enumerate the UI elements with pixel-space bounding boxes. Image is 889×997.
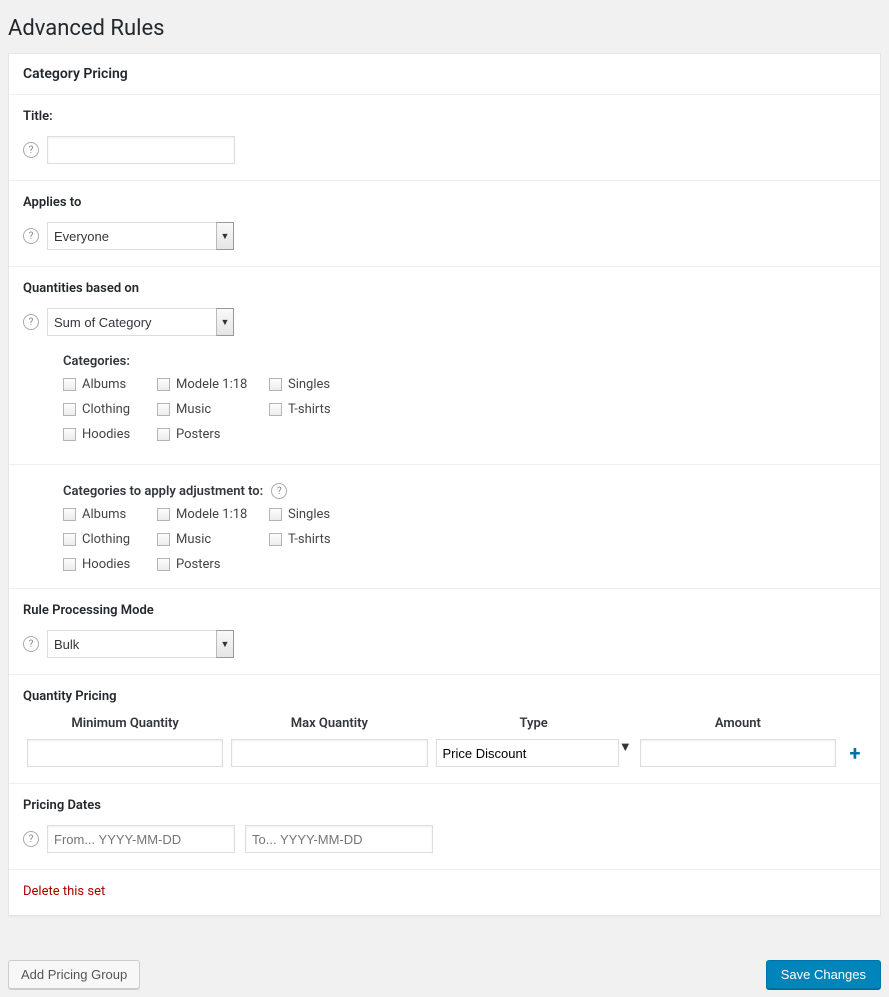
checkbox-icon[interactable]	[63, 378, 76, 391]
help-icon[interactable]: ?	[23, 636, 39, 652]
chevron-down-icon[interactable]: ▼	[216, 222, 234, 250]
checkbox-icon[interactable]	[157, 508, 170, 521]
category-checkbox-albums[interactable]: Albums	[63, 507, 155, 522]
section-processing-mode: Rule Processing Mode ? Bulk ▼	[9, 589, 880, 675]
date-from-input[interactable]	[47, 825, 235, 853]
checkbox-label: Music	[176, 402, 211, 417]
category-pricing-panel: Category Pricing Title: ? Applies to ? E…	[8, 53, 881, 916]
help-icon[interactable]: ?	[23, 314, 39, 330]
col-amount: Amount	[640, 716, 866, 731]
category-checkbox-singles[interactable]: Singles	[269, 377, 361, 392]
category-checkbox-t-shirts[interactable]: T-shirts	[269, 402, 361, 417]
checkbox-label: Posters	[176, 557, 221, 572]
help-icon[interactable]: ?	[23, 142, 39, 158]
checkbox-label: Albums	[82, 377, 126, 392]
help-icon[interactable]: ?	[271, 483, 287, 499]
checkbox-label: Modele 1:18	[176, 507, 247, 522]
section-title: Title: ?	[9, 95, 880, 181]
section-delete: Delete this set	[9, 870, 880, 915]
apply-to-block: Categories to apply adjustment to: ? Alb…	[9, 464, 880, 572]
checkbox-label: Albums	[82, 507, 126, 522]
save-changes-button[interactable]: Save Changes	[766, 960, 881, 989]
max-qty-input[interactable]	[231, 739, 427, 767]
min-qty-input[interactable]	[27, 739, 223, 767]
section-applies-to: Applies to ? Everyone ▼	[9, 181, 880, 267]
checkbox-label: Hoodies	[82, 427, 130, 442]
category-checkbox-hoodies[interactable]: Hoodies	[63, 427, 155, 442]
category-checkbox-posters[interactable]: Posters	[157, 557, 267, 572]
processing-select[interactable]: Bulk	[47, 630, 217, 658]
chevron-down-icon[interactable]: ▼	[619, 739, 632, 767]
title-label: Title:	[23, 109, 866, 124]
checkbox-icon[interactable]	[269, 403, 282, 416]
pricing-label: Quantity Pricing	[23, 689, 866, 704]
checkbox-label: Singles	[288, 377, 330, 392]
checkbox-label: Clothing	[82, 402, 130, 417]
checkbox-label: Modele 1:18	[176, 377, 247, 392]
checkbox-icon[interactable]	[157, 558, 170, 571]
checkbox-label: Hoodies	[82, 557, 130, 572]
add-pricing-group-button[interactable]: Add Pricing Group	[8, 960, 140, 989]
checkbox-label: Posters	[176, 427, 221, 442]
chevron-down-icon[interactable]: ▼	[216, 308, 234, 336]
categories-label: Categories:	[63, 354, 866, 369]
category-checkbox-modele-1-18[interactable]: Modele 1:18	[157, 377, 267, 392]
title-input[interactable]	[47, 136, 235, 164]
dates-label: Pricing Dates	[23, 798, 866, 813]
category-checkbox-music[interactable]: Music	[157, 402, 267, 417]
checkbox-icon[interactable]	[63, 558, 76, 571]
checkbox-icon[interactable]	[63, 403, 76, 416]
checkbox-label: Music	[176, 532, 211, 547]
col-min: Minimum Quantity	[27, 716, 223, 731]
category-checkbox-albums[interactable]: Albums	[63, 377, 155, 392]
quantities-label: Quantities based on	[23, 281, 866, 296]
checkbox-icon[interactable]	[157, 378, 170, 391]
checkbox-label: T-shirts	[288, 532, 331, 547]
category-checkbox-posters[interactable]: Posters	[157, 427, 267, 442]
section-quantities: Quantities based on ? Sum of Category ▼ …	[9, 267, 880, 589]
category-checkbox-clothing[interactable]: Clothing	[63, 402, 155, 417]
help-icon[interactable]: ?	[23, 228, 39, 244]
type-select[interactable]: Price Discount	[436, 739, 619, 767]
help-icon[interactable]: ?	[23, 831, 39, 847]
category-checkbox-t-shirts[interactable]: T-shirts	[269, 532, 361, 547]
applies-to-label: Applies to	[23, 195, 866, 210]
section-pricing-dates: Pricing Dates ?	[9, 784, 880, 870]
checkbox-icon[interactable]	[63, 428, 76, 441]
section-quantity-pricing: Quantity Pricing Minimum Quantity Max Qu…	[9, 675, 880, 784]
checkbox-label: T-shirts	[288, 402, 331, 417]
panel-header: Category Pricing	[9, 54, 880, 95]
categories-block: Categories: Albums Modele 1:18 Singles Clot…	[63, 354, 866, 442]
add-row-icon[interactable]: +	[844, 741, 866, 765]
col-type: Type	[436, 716, 632, 731]
checkbox-icon[interactable]	[269, 378, 282, 391]
applies-to-select[interactable]: Everyone	[47, 222, 217, 250]
checkbox-icon[interactable]	[63, 533, 76, 546]
chevron-down-icon[interactable]: ▼	[216, 630, 234, 658]
checkbox-icon[interactable]	[269, 508, 282, 521]
delete-set-link[interactable]: Delete this set	[23, 884, 105, 899]
category-checkbox-music[interactable]: Music	[157, 532, 267, 547]
checkbox-label: Clothing	[82, 532, 130, 547]
checkbox-icon[interactable]	[157, 533, 170, 546]
category-checkbox-modele-1-18[interactable]: Modele 1:18	[157, 507, 267, 522]
col-max: Max Quantity	[231, 716, 427, 731]
checkbox-label: Singles	[288, 507, 330, 522]
checkbox-icon[interactable]	[63, 508, 76, 521]
processing-label: Rule Processing Mode	[23, 603, 866, 618]
quantities-select[interactable]: Sum of Category	[47, 308, 217, 336]
checkbox-icon[interactable]	[157, 403, 170, 416]
checkbox-icon[interactable]	[157, 428, 170, 441]
amount-input[interactable]	[640, 739, 836, 767]
category-checkbox-hoodies[interactable]: Hoodies	[63, 557, 155, 572]
date-to-input[interactable]	[245, 825, 433, 853]
pricing-row: Price Discount ▼ +	[23, 739, 866, 767]
category-checkbox-singles[interactable]: Singles	[269, 507, 361, 522]
apply-to-label: Categories to apply adjustment to:	[63, 484, 263, 499]
checkbox-icon[interactable]	[269, 533, 282, 546]
category-checkbox-clothing[interactable]: Clothing	[63, 532, 155, 547]
page-title: Advanced Rules	[8, 8, 881, 53]
